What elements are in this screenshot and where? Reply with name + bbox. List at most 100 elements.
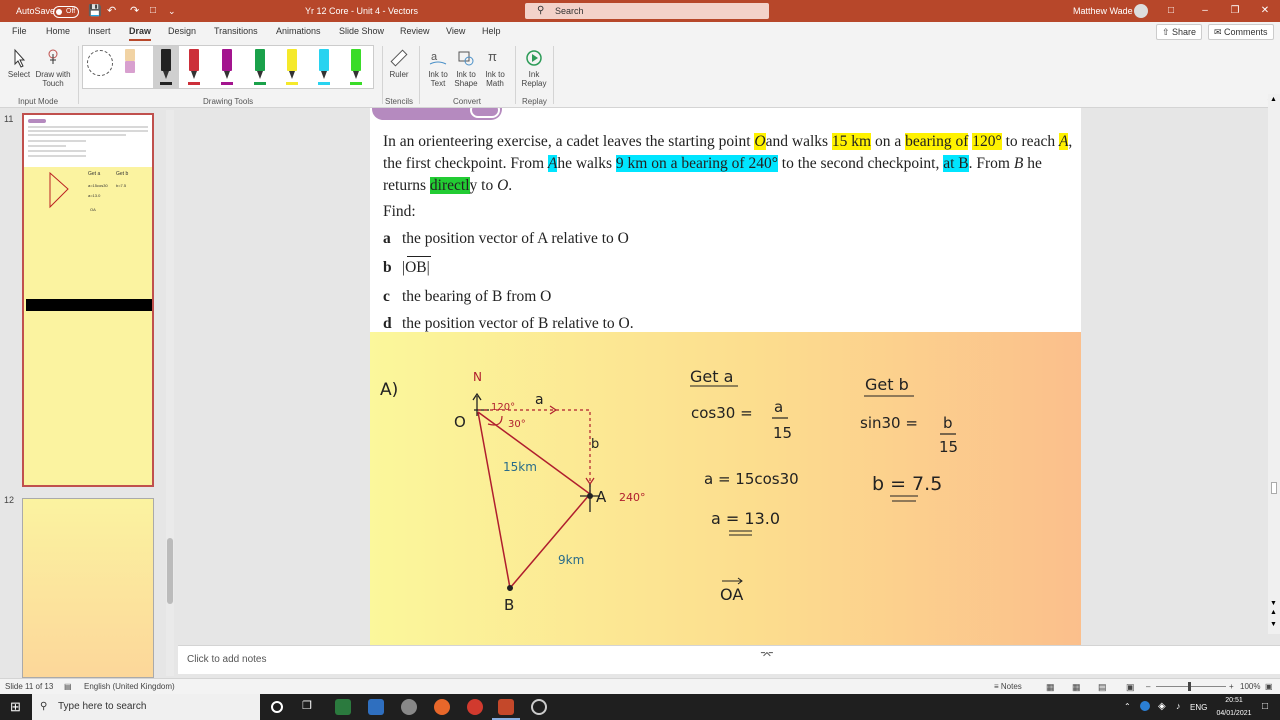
zoom-slider-thumb[interactable] [1188,682,1191,691]
next-slide-icon[interactable]: ▼ [1270,621,1277,628]
tab-draw[interactable]: Draw [129,26,152,41]
undo-icon[interactable]: ↶ [107,0,116,22]
tab-insert[interactable]: Insert [88,26,111,36]
slide-thumbnail-12[interactable] [22,498,154,678]
example-tab-graphic [372,108,502,120]
previous-slide-icon[interactable]: ▲ [1270,609,1277,616]
cyan-highlighter[interactable] [317,49,331,85]
zoom-in-icon[interactable]: + [1229,682,1234,691]
svg-text:b=7.5: b=7.5 [116,183,127,188]
redo-icon[interactable]: ↷ [130,0,139,22]
tray-chevron-icon[interactable]: ⌃ [1124,700,1131,713]
normal-view-icon[interactable]: ▦ [1046,682,1055,693]
ink-to-shape-button[interactable]: Ink to Shape [452,48,480,88]
slide-scrollbar[interactable]: ▲ ▼ ▲ ▼ [1268,94,1280,634]
draw-with-touch-button[interactable]: Draw with Touch [33,48,73,88]
mail-icon[interactable] [368,699,384,715]
app-icon-red[interactable] [467,699,483,715]
scrollbar-thumb[interactable] [1271,482,1277,494]
slide-canvas[interactable]: In an orienteering exercise, a cadet lea… [370,108,1081,645]
find-label: Find: [383,203,416,220]
ribbon-display-icon[interactable]: □ [1156,0,1186,22]
language-indicator[interactable]: ENG [1190,701,1207,714]
language-indicator[interactable]: English (United Kingdom) [84,682,175,691]
onedrive-icon[interactable] [1140,701,1150,711]
tab-animations[interactable]: Animations [276,26,321,36]
slide-thumbnail-11[interactable]: Get a Get b a=15cos30 b=7.5 a=13.0 OA [22,113,154,487]
ink-to-text-button[interactable]: a Ink to Text [424,48,452,88]
zoom-out-icon[interactable]: – [1146,682,1150,691]
select-button[interactable]: Select [6,48,32,79]
notes-toggle[interactable]: ≡ Notes [994,682,1022,691]
windows-start-icon[interactable]: ⊞ [10,699,21,715]
zoom-level[interactable]: 100% [1240,682,1260,691]
green-pen[interactable] [253,49,267,85]
app-icon[interactable] [401,699,417,715]
firefox-icon[interactable] [434,699,450,715]
minimize-icon[interactable]: – [1190,0,1220,22]
scrollbar-thumb[interactable] [167,538,173,604]
spellcheck-icon[interactable]: ▤ [64,682,72,691]
user-name[interactable]: Matthew Wade [1073,0,1133,22]
network-icon[interactable]: ◈ [1158,700,1166,713]
scroll-up-icon[interactable]: ▲ [1270,96,1277,103]
scroll-down-icon[interactable]: ▼ [1270,600,1277,607]
tab-design[interactable]: Design [168,26,196,36]
notes-pane[interactable]: Click to add notes ⌤ [178,645,1280,674]
ribbon-tabs: File Home Insert Draw Design Transitions… [0,22,1280,42]
tab-review[interactable]: Review [400,26,430,36]
tab-transitions[interactable]: Transitions [214,26,258,36]
yellow-highlighter[interactable] [285,49,299,85]
separator [382,46,383,104]
avatar[interactable] [1134,4,1148,18]
slideshow-icon[interactable]: ▣ [1126,682,1135,693]
save-icon[interactable]: 💾 [88,0,102,22]
search-input[interactable]: ⚲ Search [525,3,769,19]
autosave-toggle[interactable]: Off [53,0,79,22]
calculator-icon[interactable] [335,699,351,715]
svg-text:a=13.0: a=13.0 [88,193,101,198]
tab-view[interactable]: View [446,26,465,36]
volume-icon[interactable]: ♪ [1176,700,1181,713]
zoom-slider[interactable] [1156,686,1226,687]
red-pen[interactable] [187,49,201,85]
tab-help[interactable]: Help [482,26,501,36]
share-button[interactable]: ⇧ Share [1156,24,1203,40]
sin-equation-lhs: sin30 = [860,414,918,432]
green-highlighter[interactable] [349,49,363,85]
handwriting-svg: A) N O 120° 30° a b 15km A 240° 9km B Ge… [380,367,958,614]
close-icon[interactable]: ✕ [1250,0,1280,22]
notes-placeholder[interactable]: Click to add notes [187,654,267,665]
powerpoint-icon[interactable] [498,699,514,715]
separator [515,46,516,104]
clock[interactable]: 20:51 04/01/2021 [1214,694,1254,720]
eraser-icon[interactable] [123,49,137,85]
ink-replay-button[interactable]: Ink Replay [520,48,548,88]
tab-home[interactable]: Home [46,26,70,36]
b-label: b [591,437,599,452]
slide-sorter-icon[interactable]: ▦ [1072,682,1081,693]
comments-label: Comments [1224,27,1268,37]
taskbar-search-input[interactable]: ⚲ Type here to search [32,694,260,720]
question-part-d: d the position vector of B relative to O. [383,315,634,332]
tab-slide-show[interactable]: Slide Show [339,26,384,36]
fit-to-window-icon[interactable]: ▣ [1265,682,1273,691]
cortana-icon[interactable] [271,701,283,713]
ink-to-math-button[interactable]: π Ink to Math [480,48,510,88]
restore-icon[interactable]: ❐ [1220,0,1250,22]
purple-pen[interactable] [220,49,234,85]
ruler-button[interactable]: Ruler [387,48,411,79]
black-pen[interactable] [159,49,173,85]
windows-taskbar: ⊞ ⚲ Type here to search ❐ ⌃ ◈ ♪ ENG 20:5… [0,694,1280,720]
lasso-icon[interactable] [87,50,113,76]
app-icon-circle[interactable] [531,699,547,715]
thumbnail-scrollbar[interactable] [166,110,174,676]
comments-button[interactable]: ✉ Comments [1208,24,1274,40]
thumbnail-preview [28,119,148,157]
customize-qat-icon[interactable]: ⌄ [168,0,176,22]
tab-file[interactable]: File [12,26,27,36]
present-icon[interactable]: □ [150,0,156,22]
reading-view-icon[interactable]: ▤ [1098,682,1107,693]
notifications-icon[interactable]: □ [1262,700,1268,713]
task-view-icon[interactable]: ❐ [302,699,312,712]
